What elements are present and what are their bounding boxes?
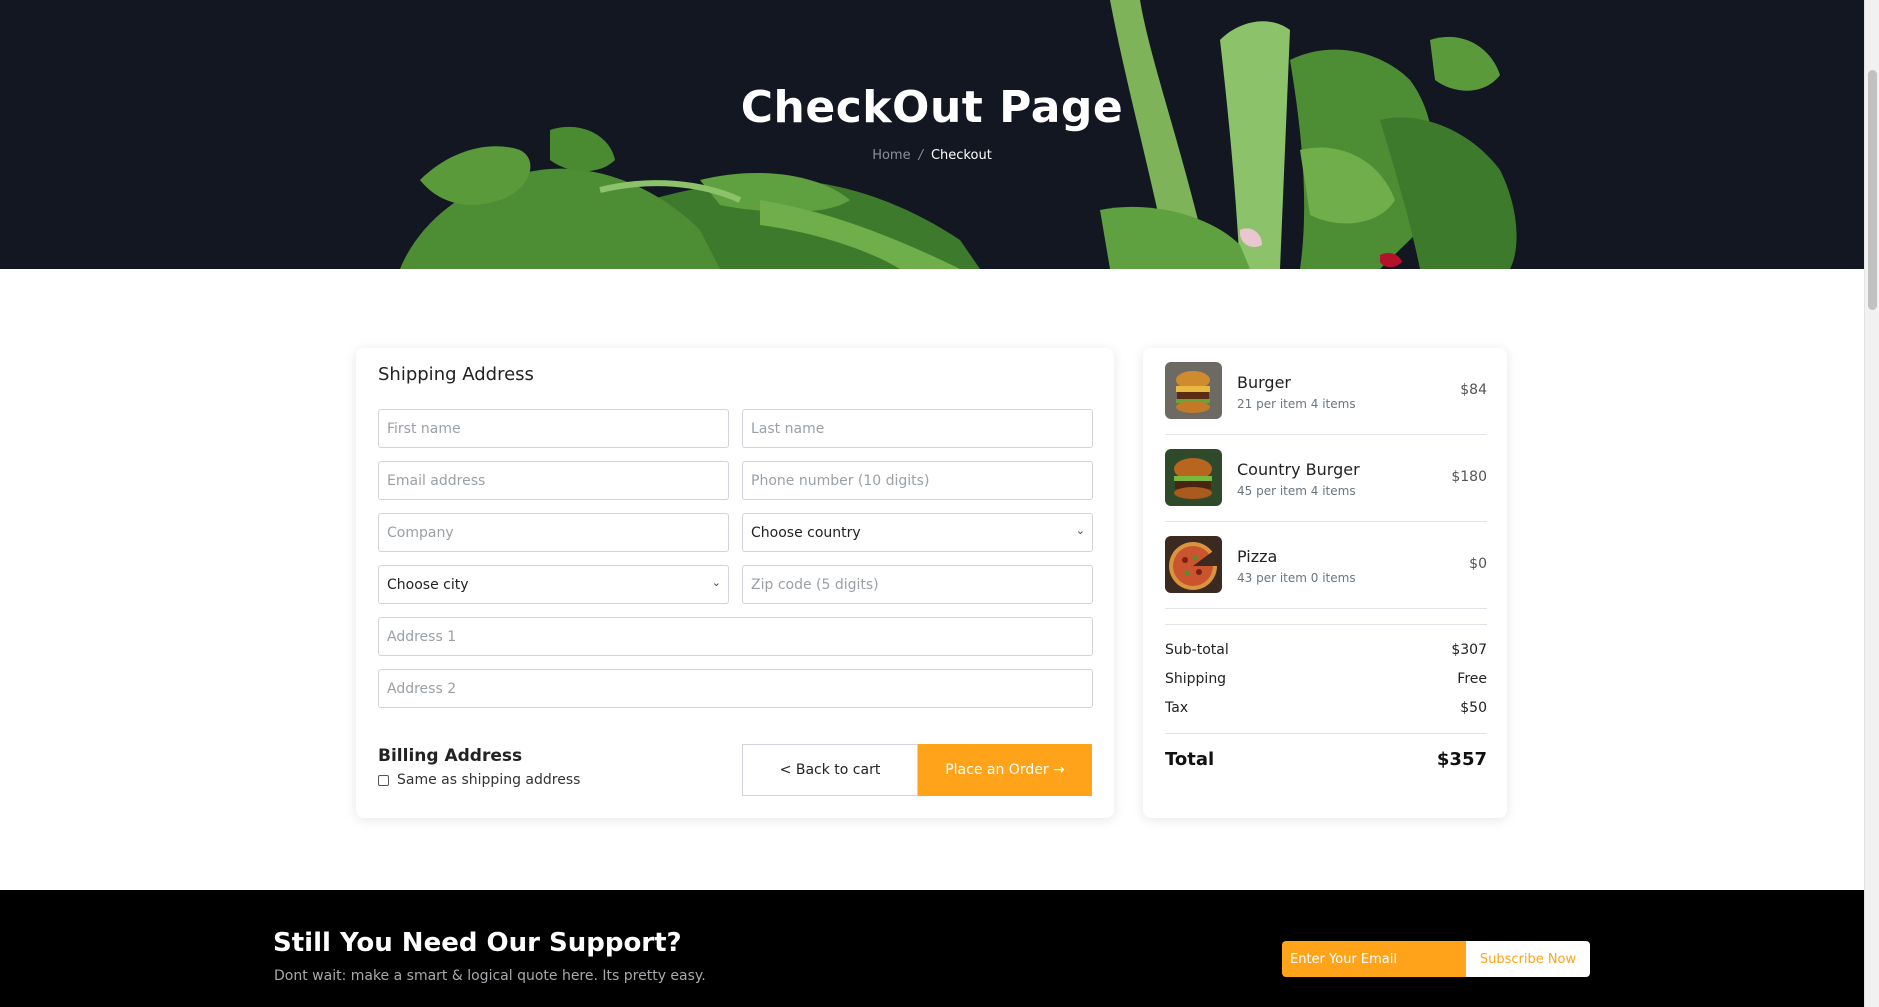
city-select[interactable]: Choose city bbox=[378, 565, 729, 604]
city-select-wrapper: Choose city ⌄ bbox=[378, 565, 729, 604]
country-select-wrapper: Choose country ⌄ bbox=[742, 513, 1093, 552]
total-label: Total bbox=[1165, 749, 1215, 770]
back-to-cart-button[interactable]: < Back to cart bbox=[742, 744, 918, 796]
total-row: Total $357 bbox=[1165, 749, 1487, 770]
page-title: CheckOut Page bbox=[740, 82, 1124, 133]
scrollbar-thumb[interactable] bbox=[1868, 70, 1877, 310]
country-burger-image bbox=[1165, 449, 1222, 506]
shipping-label: Shipping bbox=[1165, 671, 1227, 687]
item-price: $180 bbox=[1451, 469, 1487, 485]
zip-code-input[interactable] bbox=[742, 565, 1093, 604]
country-select[interactable]: Choose country bbox=[742, 513, 1093, 552]
page-scrollbar[interactable] bbox=[1864, 0, 1879, 1007]
item-name: Pizza bbox=[1237, 547, 1278, 566]
last-name-input[interactable] bbox=[742, 409, 1093, 448]
shipping-form-card: Shipping Address Choose country ⌄ Choose… bbox=[356, 348, 1114, 818]
order-item: Pizza 43 per item 0 items $0 bbox=[1165, 522, 1487, 609]
breadcrumb-current: Checkout bbox=[930, 148, 992, 163]
order-item: Country Burger 45 per item 4 items $180 bbox=[1165, 435, 1487, 522]
total-value: $357 bbox=[1436, 749, 1487, 770]
billing-address-heading: Billing Address bbox=[378, 746, 523, 766]
vegetable-leaves-image bbox=[400, 0, 1517, 269]
newsletter-email-input[interactable] bbox=[1282, 941, 1466, 977]
subscribe-button[interactable]: Subscribe Now bbox=[1466, 941, 1590, 977]
item-name: Burger bbox=[1237, 373, 1291, 392]
tax-value: $50 bbox=[1460, 700, 1487, 716]
address2-input[interactable] bbox=[378, 669, 1093, 708]
support-newsletter-band: Still You Need Our Support? Dont wait: m… bbox=[0, 890, 1864, 1007]
breadcrumb: Home / Checkout bbox=[0, 148, 1864, 163]
subtotal-row: Sub-total $307 bbox=[1165, 642, 1487, 658]
hero-banner: CheckOut Page Home / Checkout bbox=[0, 0, 1864, 269]
shipping-address-heading: Shipping Address bbox=[378, 364, 534, 385]
checkbox-icon[interactable] bbox=[378, 774, 389, 786]
address1-input[interactable] bbox=[378, 617, 1093, 656]
subtotal-label: Sub-total bbox=[1165, 642, 1229, 658]
shipping-value: Free bbox=[1457, 671, 1487, 687]
total-divider bbox=[1165, 733, 1487, 734]
tax-row: Tax $50 bbox=[1165, 700, 1487, 716]
place-order-button[interactable]: Place an Order → bbox=[918, 744, 1092, 796]
support-heading: Still You Need Our Support? bbox=[273, 928, 682, 958]
item-price: $84 bbox=[1460, 382, 1487, 398]
item-name: Country Burger bbox=[1237, 460, 1360, 479]
order-item: Burger 21 per item 4 items $84 bbox=[1165, 348, 1487, 435]
same-as-shipping-label: Same as shipping address bbox=[397, 772, 581, 788]
company-input[interactable] bbox=[378, 513, 729, 552]
item-meta: 45 per item 4 items bbox=[1237, 484, 1356, 498]
first-name-input[interactable] bbox=[378, 409, 729, 448]
phone-input[interactable] bbox=[742, 461, 1093, 500]
subtotal-value: $307 bbox=[1451, 642, 1487, 658]
summary-divider bbox=[1165, 624, 1487, 625]
item-meta: 43 per item 0 items bbox=[1237, 571, 1356, 585]
pizza-image bbox=[1165, 536, 1222, 593]
item-meta: 21 per item 4 items bbox=[1237, 397, 1356, 411]
item-price: $0 bbox=[1469, 556, 1487, 572]
breadcrumb-separator: / bbox=[918, 148, 923, 163]
order-summary-card: Burger 21 per item 4 items $84 Country B… bbox=[1143, 348, 1507, 818]
burger-image bbox=[1165, 362, 1222, 419]
same-as-shipping-checkbox[interactable]: Same as shipping address bbox=[378, 772, 580, 788]
shipping-row: Shipping Free bbox=[1165, 671, 1487, 687]
breadcrumb-home-link[interactable]: Home bbox=[872, 148, 910, 163]
email-input[interactable] bbox=[378, 461, 729, 500]
support-subtitle: Dont wait: make a smart & logical quote … bbox=[274, 968, 706, 984]
tax-label: Tax bbox=[1165, 700, 1189, 716]
